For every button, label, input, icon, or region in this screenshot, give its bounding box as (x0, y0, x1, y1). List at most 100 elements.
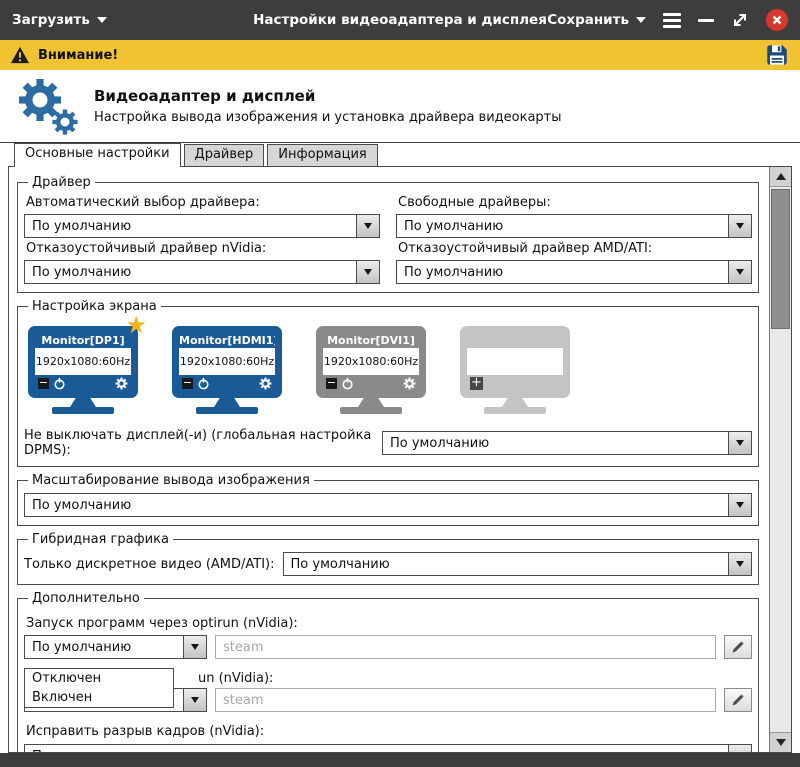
failsafe-amd-select[interactable]: По умолчанию (396, 260, 752, 284)
monitor-stand (502, 398, 528, 407)
dpms-label: Не выключать дисплей(-и) (глобальная нас… (24, 428, 372, 458)
dropdown-arrow-icon[interactable] (728, 745, 751, 752)
free-driver-select[interactable]: По умолчанию (396, 214, 752, 238)
free-driver-value: По умолчанию (404, 218, 504, 234)
pencil-icon (732, 694, 744, 706)
failsafe-nvidia-value: По умолчанию (32, 264, 132, 280)
warning-triangle-icon (11, 46, 29, 64)
driver-section: Драйвер Автоматический выбор драйвера: П… (17, 175, 759, 293)
dropdown-arrow-icon[interactable] (728, 494, 751, 516)
monitor-name: Monitor[DP1] (35, 333, 131, 348)
primusrun-edit-button[interactable] (724, 688, 752, 712)
monitor-card-hdmi1[interactable]: Monitor[HDMI1] 1920x1080:60Hz (172, 326, 282, 414)
dropdown-option-enabled[interactable]: Включен (25, 688, 173, 707)
save-menu-button[interactable]: Сохранить (547, 12, 646, 28)
hybrid-section: Гибридная графика Только дискретное виде… (17, 532, 759, 585)
hybrid-section-legend: Гибридная графика (32, 532, 169, 547)
save-floppy-icon[interactable] (764, 42, 790, 68)
dropdown-arrow-icon[interactable] (356, 261, 379, 283)
monitor-stand-base (52, 407, 114, 414)
vertical-scrollbar[interactable] (769, 167, 791, 752)
monitor-resolution: 1920x1080:60Hz (35, 355, 131, 368)
tearing-select[interactable]: По умолчанию (24, 744, 752, 752)
monitor-disable-icon[interactable] (326, 377, 337, 389)
optirun-value: По умолчанию (32, 639, 132, 655)
discrete-video-select[interactable]: По умолчанию (282, 552, 752, 576)
hamburger-menu-icon[interactable] (663, 12, 681, 28)
tab-bar: Основные настройки Драйвер Информация (0, 143, 800, 167)
monitor-stand (70, 398, 96, 407)
dropdown-arrow-icon[interactable] (356, 215, 379, 237)
monitor-power-icon[interactable] (53, 377, 66, 390)
tab-driver[interactable]: Драйвер (183, 144, 265, 166)
warning-bar: Внимание! (0, 40, 800, 70)
driver-section-legend: Драйвер (32, 175, 91, 190)
monitor-settings-gear-icon[interactable] (259, 377, 272, 390)
dropdown-arrow-icon[interactable] (183, 636, 206, 658)
monitor-card-empty[interactable] (460, 326, 570, 414)
monitor-power-icon[interactable] (341, 377, 354, 390)
optirun-label: Запуск программ через optirun (nVidia): (26, 616, 298, 631)
discrete-video-label: Только дискретное видео (AMD/ATI): (24, 556, 275, 572)
warning-text: Внимание! (38, 47, 119, 63)
save-menu-label: Сохранить (547, 12, 629, 28)
maximize-icon[interactable] (731, 11, 749, 29)
scaling-select[interactable]: По умолчанию (24, 493, 752, 517)
dropdown-arrow-icon[interactable] (728, 432, 751, 454)
optirun-app-input[interactable] (215, 635, 716, 659)
monitor-settings-gear-icon[interactable] (403, 377, 416, 390)
failsafe-amd-value: По умолчанию (404, 264, 504, 280)
optirun-select[interactable]: По умолчанию (24, 635, 207, 659)
monitor-disable-icon[interactable] (182, 377, 193, 389)
optirun-dropdown-list: Отключен Включен (24, 668, 174, 708)
minimize-icon[interactable] (698, 18, 714, 22)
scaling-section: Масштабирование вывода изображения По ум… (17, 473, 759, 526)
load-menu-label: Загрузить (12, 12, 90, 28)
titlebar: Настройки видеоадаптера и дисплея Загруз… (0, 0, 800, 40)
monitor-disable-icon[interactable] (38, 377, 49, 389)
chevron-down-icon (636, 17, 646, 23)
scrollbar-thumb[interactable] (771, 189, 790, 329)
monitor-resolution: 1920x1080:60Hz (179, 355, 275, 368)
main-content: Драйвер Автоматический выбор драйвера: П… (8, 166, 792, 753)
monitor-stand-base (196, 407, 258, 414)
pencil-icon (732, 641, 744, 653)
bottom-status-bar (0, 753, 800, 767)
close-icon[interactable] (766, 9, 788, 31)
dropdown-arrow-icon[interactable] (183, 689, 206, 711)
scroll-down-button[interactable] (770, 732, 791, 752)
page-header: Видеоадаптер и дисплей Настройка вывода … (0, 70, 800, 143)
dropdown-arrow-icon[interactable] (728, 553, 751, 575)
dropdown-option-disabled[interactable]: Отключен (25, 669, 173, 688)
failsafe-nvidia-select[interactable]: По умолчанию (24, 260, 380, 284)
page-subtitle: Настройка вывода изображения и установка… (94, 110, 562, 125)
auto-driver-label: Автоматический выбор драйвера: (26, 195, 260, 210)
failsafe-nvidia-label: Отказоустойчивый драйвер nVidia: (26, 241, 267, 256)
tab-main-settings[interactable]: Основные настройки (14, 143, 181, 167)
primusrun-app-input[interactable] (215, 688, 716, 712)
failsafe-amd-label: Отказоустойчивый драйвер AMD/ATI: (398, 241, 653, 256)
monitor-stand (358, 398, 384, 407)
monitor-card-dp1[interactable]: Monitor[DP1] 1920x1080:60Hz (28, 326, 138, 414)
discrete-video-value: По умолчанию (290, 556, 390, 572)
auto-driver-select[interactable]: По умолчанию (24, 214, 380, 238)
page-title: Видеоадаптер и дисплей (94, 87, 316, 105)
dpms-select[interactable]: По умолчанию (382, 431, 752, 455)
optirun-edit-button[interactable] (724, 635, 752, 659)
scaling-section-legend: Масштабирование вывода изображения (32, 473, 310, 488)
monitor-power-icon[interactable] (197, 377, 210, 390)
add-monitor-icon[interactable] (470, 376, 483, 390)
scroll-up-button[interactable] (770, 167, 791, 187)
load-menu-button[interactable]: Загрузить (12, 12, 107, 28)
dropdown-arrow-icon[interactable] (728, 261, 751, 283)
tab-info[interactable]: Информация (267, 144, 378, 166)
extra-section: Дополнительно Запуск программ через opti… (17, 591, 759, 752)
dropdown-arrow-icon[interactable] (728, 215, 751, 237)
monitor-name (467, 333, 563, 348)
auto-driver-value: По умолчанию (32, 218, 132, 234)
monitor-settings-gear-icon[interactable] (115, 377, 128, 390)
monitor-stand (214, 398, 240, 407)
monitor-card-dvi1[interactable]: Monitor[DVI1] 1920x1080:60Hz (316, 326, 426, 414)
monitor-list: Monitor[DP1] 1920x1080:60Hz (24, 316, 752, 414)
monitor-stand-base (484, 407, 546, 414)
